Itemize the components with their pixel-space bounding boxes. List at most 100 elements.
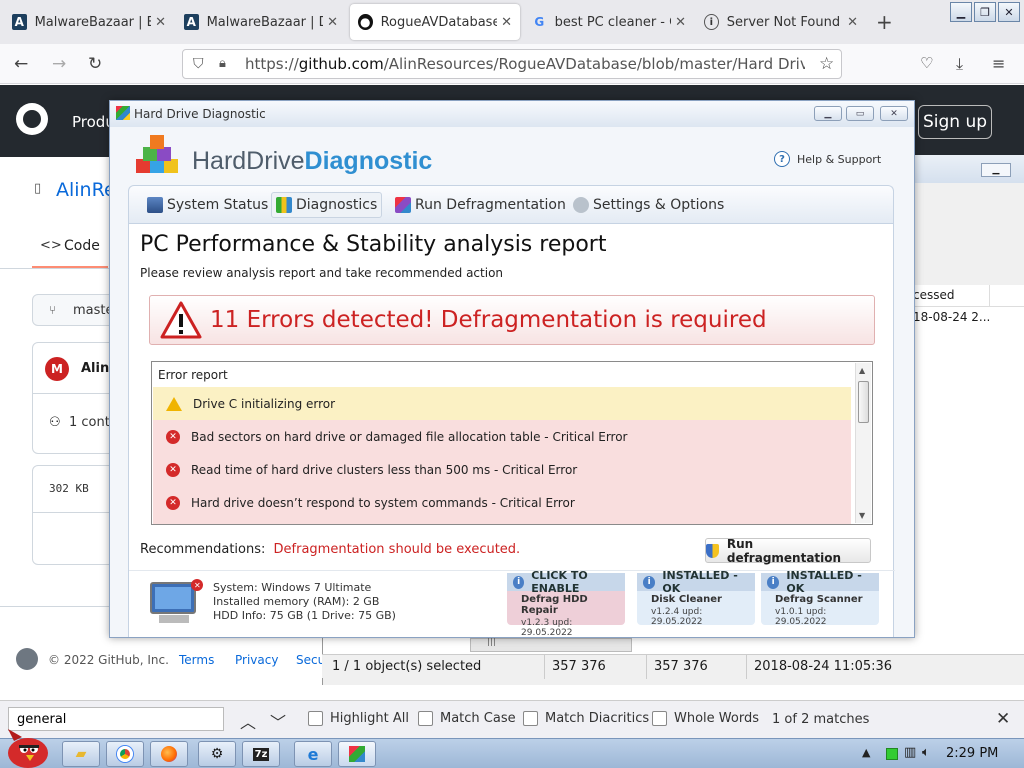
- minimize-icon[interactable]: ▁: [950, 2, 972, 22]
- browser-tab[interactable]: G best PC cleaner - Go ✕: [524, 4, 694, 40]
- internet-explorer-icon: e: [307, 744, 319, 764]
- close-find-bar-icon[interactable]: ✕: [996, 709, 1010, 729]
- repo-name[interactable]: AlinRe: [56, 179, 116, 201]
- list-item[interactable]: [153, 519, 851, 524]
- window-titlebar[interactable]: Hard Drive Diagnostic ▁ ▭ ✕: [110, 101, 914, 127]
- match-case-checkbox[interactable]: Match Case: [418, 711, 516, 726]
- footer-link-privacy[interactable]: Privacy: [235, 653, 278, 667]
- list-item[interactable]: ✕ Hard drive doesn’t respond to system c…: [153, 486, 851, 519]
- close-icon[interactable]: ✕: [880, 106, 908, 121]
- browser-tab[interactable]: A MalwareBazaar | Do ✕: [176, 4, 346, 40]
- close-icon[interactable]: ✕: [501, 15, 512, 30]
- list-item[interactable]: ✕ Bad sectors on hard drive or damaged f…: [153, 420, 851, 453]
- menu-icon[interactable]: ≡: [992, 54, 1005, 73]
- tab-code[interactable]: Code: [64, 238, 100, 254]
- shield-icon[interactable]: ⛉: [193, 56, 204, 72]
- alert-text: 11 Errors detected! Defragmentation is r…: [210, 307, 767, 333]
- tab-settings-options[interactable]: Settings & Options: [569, 192, 728, 218]
- battery-icon[interactable]: [886, 748, 898, 760]
- user-name[interactable]: Alin: [81, 361, 109, 376]
- bookmark-star-icon[interactable]: ☆: [819, 54, 834, 74]
- find-input[interactable]: [8, 707, 224, 731]
- status-bar: 1 / 1 object(s) selected 357 376 357 376…: [322, 654, 1024, 679]
- contributors-count[interactable]: 1 cont: [69, 415, 110, 430]
- scroll-grip-icon: |||: [487, 637, 497, 647]
- status-divider: [544, 655, 545, 679]
- close-icon[interactable]: ✕: [847, 15, 858, 30]
- browser-tab[interactable]: i Server Not Found ✕: [696, 4, 866, 40]
- restore-icon[interactable]: ❐: [974, 2, 996, 22]
- system-hdd: HDD Info: 75 GB (1 Drive: 75 GB): [213, 609, 396, 622]
- help-support-link[interactable]: ? Help & Support: [774, 151, 881, 167]
- taskbar-ie-button[interactable]: e: [294, 741, 332, 767]
- close-icon[interactable]: ✕: [675, 15, 686, 30]
- github-icon[interactable]: [16, 103, 48, 135]
- back-arrow-icon[interactable]: ←: [14, 54, 28, 74]
- list-item[interactable]: ✕ Read time of hard drive clusters less …: [153, 453, 851, 486]
- help-icon: ?: [774, 151, 790, 167]
- run-defragmentation-button[interactable]: Run defragmentation: [705, 536, 871, 565]
- folder-icon: ▰: [75, 746, 87, 762]
- close-icon[interactable]: ✕: [155, 15, 166, 30]
- browser-tab-active[interactable]: ● RogueAVDatabase/H ✕: [350, 4, 520, 40]
- find-bar: ︿ ﹀ Highlight All Match Case Match Diacr…: [0, 700, 1024, 738]
- find-next-icon[interactable]: ﹀: [270, 709, 286, 733]
- tab-run-defragmentation[interactable]: Run Defragmentation: [391, 192, 570, 218]
- network-icon[interactable]: ▥: [904, 745, 916, 760]
- module-card-defrag-scanner[interactable]: i INSTALLED - OK Defrag Scanner v1.0.1 up…: [761, 569, 879, 627]
- scroll-thumb[interactable]: [858, 381, 869, 423]
- horizontal-scrollbar[interactable]: |||: [470, 637, 632, 652]
- vertical-scrollbar[interactable]: ▲ ▼: [855, 363, 871, 523]
- url-bar[interactable]: ⛉ 🔒︎ https://github.com/AlinResources/Ro…: [182, 49, 842, 79]
- download-icon[interactable]: ⤓: [956, 54, 963, 74]
- footer-link-terms[interactable]: Terms: [179, 653, 214, 667]
- column-header[interactable]: cessed: [913, 288, 954, 302]
- error-report-list[interactable]: Error report Drive C initializing error …: [151, 361, 873, 525]
- tab-system-status[interactable]: System Status: [143, 192, 272, 218]
- scroll-down-icon[interactable]: ▼: [859, 511, 865, 520]
- module-card-defrag-hdd-repair[interactable]: i CLICK TO ENABLE Defrag HDD Repair v1.2.…: [507, 569, 625, 637]
- volume-icon[interactable]: 🔈︎: [922, 745, 930, 760]
- new-tab-button[interactable]: +: [876, 10, 893, 34]
- sign-up-button[interactable]: Sign up: [918, 105, 992, 139]
- close-icon[interactable]: ✕: [327, 15, 338, 30]
- checkbox[interactable]: [523, 711, 538, 726]
- taskbar-explorer-button[interactable]: ▰: [62, 741, 100, 767]
- list-item[interactable]: Drive C initializing error: [153, 387, 851, 420]
- taskbar-chrome-button[interactable]: [106, 741, 144, 767]
- forward-arrow-icon[interactable]: →: [52, 54, 66, 74]
- info-icon: i: [643, 575, 656, 589]
- match-diacritics-checkbox[interactable]: Match Diacritics: [523, 711, 649, 726]
- module-card-disk-cleaner[interactable]: i INSTALLED - OK Disk Cleaner v1.2.4 upd:…: [637, 569, 755, 627]
- scroll-up-icon[interactable]: ▲: [859, 366, 865, 375]
- footer-link-security[interactable]: Secu: [296, 653, 325, 667]
- find-previous-icon[interactable]: ︿: [240, 709, 256, 733]
- minimize-icon[interactable]: ▁: [814, 106, 842, 121]
- browser-tab[interactable]: A MalwareBazaar | Bro ✕: [4, 4, 174, 40]
- lock-icon[interactable]: 🔒︎: [219, 56, 226, 71]
- button-label: Run defragmentation: [726, 536, 842, 565]
- tab-diagnostics[interactable]: Diagnostics: [271, 192, 383, 218]
- whole-words-checkbox[interactable]: Whole Words: [652, 711, 759, 726]
- bar-chart-icon: [276, 197, 292, 213]
- minimize-icon[interactable]: ▁: [981, 163, 1011, 177]
- clock[interactable]: 2:29 PM: [946, 746, 998, 761]
- taskbar-firefox-button[interactable]: [150, 741, 188, 767]
- maximize-icon[interactable]: ▭: [846, 106, 874, 121]
- checkbox[interactable]: [308, 711, 323, 726]
- checkbox[interactable]: [652, 711, 667, 726]
- taskbar-hdd-diagnostic-button[interactable]: [338, 741, 376, 767]
- report-title: PC Performance & Stability analysis repo…: [140, 232, 607, 257]
- status-divider: [746, 655, 747, 679]
- gear-icon: ⚙: [210, 746, 224, 762]
- taskbar-7zip-button[interactable]: 7z: [242, 741, 280, 767]
- pocket-icon[interactable]: ♡: [920, 54, 933, 72]
- checkbox[interactable]: [418, 711, 433, 726]
- list-cell[interactable]: 18-08-24 2...: [913, 310, 990, 324]
- taskbar-settings-button[interactable]: ⚙: [198, 741, 236, 767]
- reload-icon[interactable]: ↻: [88, 54, 102, 74]
- highlight-all-checkbox[interactable]: Highlight All: [308, 711, 409, 726]
- start-button-bird-icon[interactable]: [4, 729, 52, 768]
- show-hidden-icons[interactable]: ▲: [862, 746, 870, 759]
- close-window-icon[interactable]: ✕: [998, 2, 1020, 22]
